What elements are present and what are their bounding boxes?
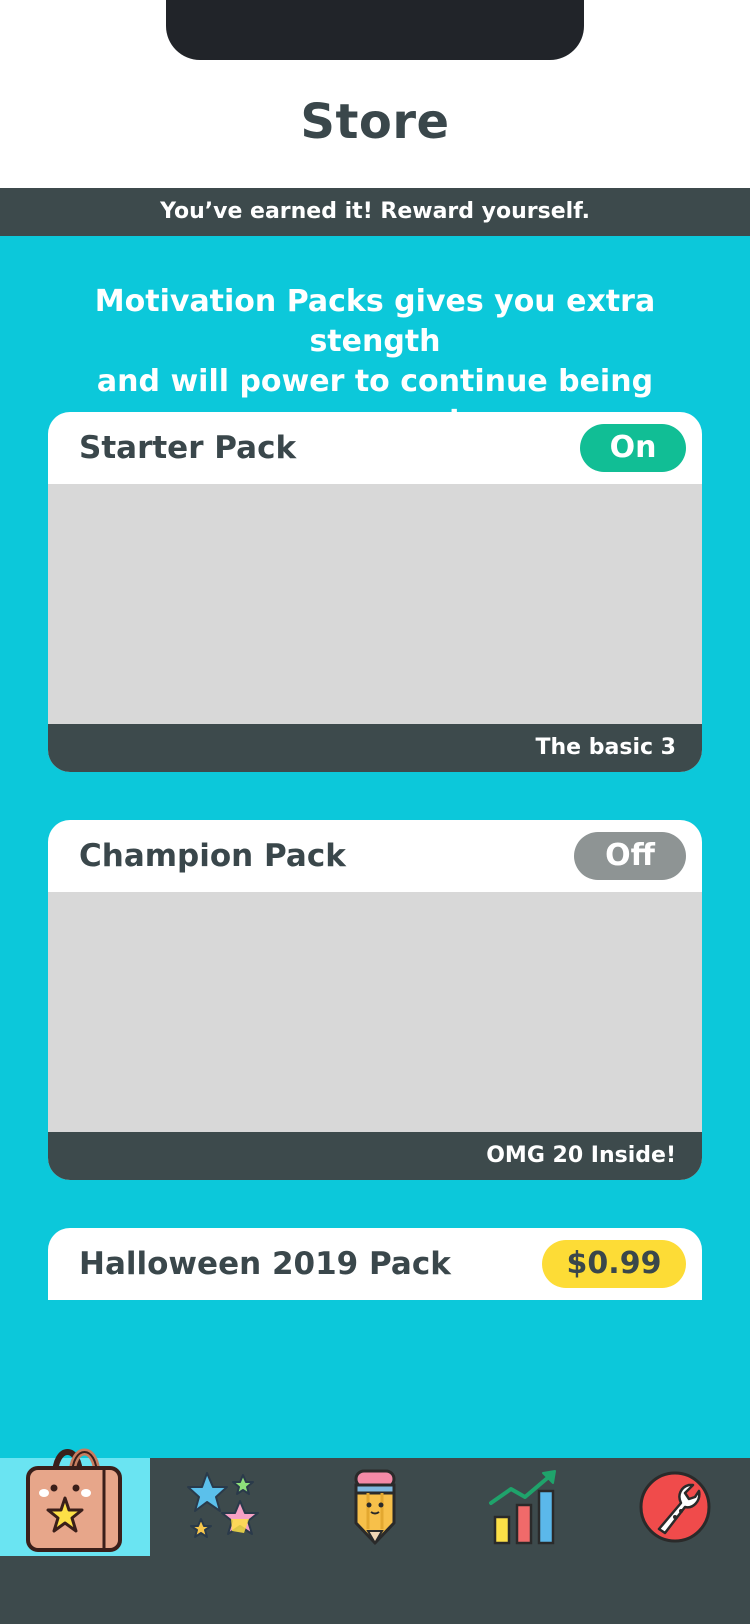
reward-banner: You’ve earned it! Reward yourself. bbox=[0, 188, 750, 236]
pack-card-header: Champion Pack Off bbox=[48, 820, 702, 892]
tab-edit[interactable] bbox=[300, 1458, 450, 1556]
pack-card-starter[interactable]: Starter Pack On The basic 3 bbox=[48, 412, 702, 772]
wrench-icon bbox=[639, 1471, 711, 1543]
pencil-icon bbox=[354, 1469, 396, 1545]
pack-preview bbox=[48, 892, 702, 1132]
pack-card-header: Halloween 2019 Pack $0.99 bbox=[48, 1228, 702, 1300]
tab-stats[interactable] bbox=[450, 1458, 600, 1556]
pack-title: Champion Pack bbox=[79, 838, 346, 874]
pack-price-button[interactable]: $0.99 bbox=[542, 1240, 686, 1288]
stars-icon bbox=[187, 1472, 259, 1538]
tab-store[interactable] bbox=[0, 1448, 150, 1556]
pack-toggle-on[interactable]: On bbox=[580, 424, 686, 472]
bar-chart-icon bbox=[489, 1470, 556, 1545]
pack-caption: The basic 3 bbox=[48, 724, 702, 772]
tab-rewards[interactable] bbox=[150, 1458, 300, 1556]
tab-settings[interactable] bbox=[600, 1458, 750, 1556]
pack-card-header: Starter Pack On bbox=[48, 412, 702, 484]
intro-line-1: Motivation Packs gives you extra stength bbox=[94, 284, 656, 359]
pack-toggle-off[interactable]: Off bbox=[574, 832, 686, 880]
pack-card-halloween[interactable]: Halloween 2019 Pack $0.99 bbox=[48, 1228, 702, 1300]
shopping-bag-icon bbox=[26, 1448, 122, 1552]
device-notch bbox=[166, 0, 584, 60]
pack-preview bbox=[48, 484, 702, 724]
bottom-tab-bar bbox=[0, 1448, 750, 1624]
pack-title: Halloween 2019 Pack bbox=[79, 1246, 451, 1282]
pack-card-champion[interactable]: Champion Pack Off OMG 20 Inside! bbox=[48, 820, 702, 1180]
pack-caption: OMG 20 Inside! bbox=[48, 1132, 702, 1180]
page-title: Store bbox=[300, 94, 450, 150]
pack-title: Starter Pack bbox=[79, 430, 297, 466]
